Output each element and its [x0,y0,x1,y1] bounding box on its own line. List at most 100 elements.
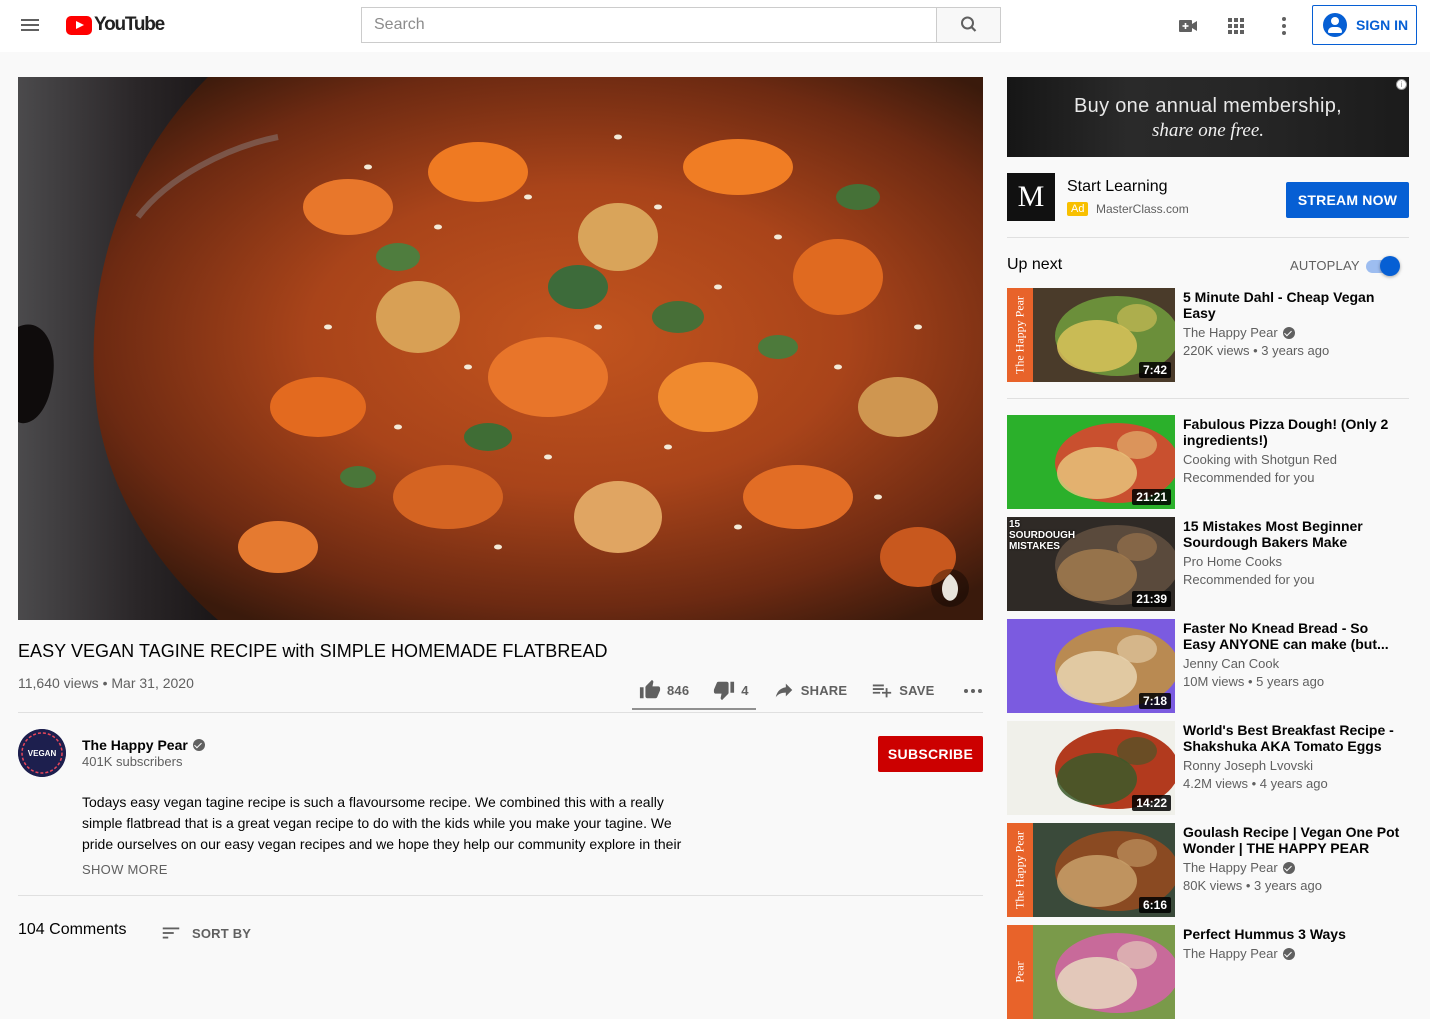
divider [1007,398,1409,399]
recommendation-item[interactable]: Pear Perfect Hummus 3 Ways The Happy Pear [1007,925,1409,1019]
save-button[interactable]: SAVE [871,679,934,701]
video-description: Todays easy vegan tagine recipe is such … [82,794,682,852]
recommendation-title[interactable]: Fabulous Pizza Dough! (Only 2 ingredient… [1183,416,1403,448]
video-thumbnail[interactable]: Pear [1007,925,1175,1019]
recommendation-item[interactable]: The Happy Pear 6:16 Goulash Recipe | Vegan… [1007,823,1409,917]
avatar-text: VEGAN [28,749,57,758]
video-title: EASY VEGAN TAGINE RECIPE with SIMPLE HOM… [18,641,608,661]
channel-avatar[interactable]: VEGAN [18,729,66,777]
thumbnail-text: The Happy Pear [1012,296,1027,374]
recommendation-title[interactable]: World's Best Breakfast Recipe - Shakshuk… [1183,722,1403,754]
verified-check-icon [1282,326,1295,339]
hamburger-menu-icon[interactable] [18,14,42,38]
subscriber-count: 401K subscribers [82,754,183,769]
toggle-knob [1380,256,1400,276]
recommendation-item[interactable]: 14:22 World's Best Breakfast Recipe - Sha… [1007,721,1409,815]
sort-by-button[interactable]: SORT BY [160,922,251,944]
divider [18,895,983,896]
ad-title[interactable]: Start Learning [1067,178,1168,196]
recommendation-item[interactable]: 21:21 Fabulous Pizza Dough! (Only 2 ingre… [1007,415,1409,509]
recommendation-metadata: 80K views • 3 years ago [1183,878,1322,893]
recommendation-metadata: 4.2M views • 4 years ago [1183,776,1328,791]
video-duration: 6:16 [1138,897,1171,913]
video-actions: 846 4 SHARE SAVE [632,670,991,710]
dislike-button[interactable]: 4 [713,679,749,701]
sign-in-button[interactable]: SIGN IN [1312,5,1417,45]
recommendation-item[interactable]: The Happy Pear 7:42 5 Minute Dahl - Cheap … [1007,288,1409,382]
recommendation-title[interactable]: Goulash Recipe | Vegan One Pot Wonder | … [1183,824,1403,856]
channel-name[interactable]: The Happy Pear [82,737,205,753]
recommendation-metadata: Recommended for you [1183,572,1315,587]
share-button[interactable]: SHARE [773,679,848,701]
video-thumbnail[interactable]: 15 SOURDOUGH MISTAKES 21:39 [1007,517,1175,611]
logo-text: YouTube [94,14,165,35]
recommendation-channel-name: Cooking with Shotgun Red [1183,452,1337,467]
share-label: SHARE [800,682,848,698]
channel-name-text: The Happy Pear [82,737,188,753]
video-duration: 21:39 [1132,591,1171,607]
recommendation-channel-name: The Happy Pear [1183,325,1278,340]
recommendation-metadata: 220K views • 3 years ago [1183,343,1330,358]
ad-badge: Ad [1067,202,1089,216]
recommendation-channel: The Happy Pear [1183,946,1295,961]
subscribe-button[interactable]: SUBSCRIBE [878,736,983,772]
recommendation-channel-name: Pro Home Cooks [1183,554,1282,569]
search-button[interactable] [936,7,1001,43]
video-thumbnail[interactable]: 14:22 [1007,721,1175,815]
ad-banner-line2: share one free. [1151,120,1265,141]
stream-now-button[interactable]: STREAM NOW [1286,182,1409,218]
thumbnail-text: The Happy Pear [1012,831,1027,909]
autoplay-label: AUTOPLAY [1290,258,1360,273]
sort-by-label: SORT BY [192,925,252,941]
video-duration: 7:42 [1138,362,1171,378]
ad-info-icon[interactable]: i [1396,79,1407,90]
video-metadata: 11,640 views • Mar 31, 2020 [18,675,194,691]
ad-domain: MasterClass.com [1096,202,1189,216]
recommendation-channel: The Happy Pear [1183,325,1295,340]
create-video-icon[interactable] [1175,13,1201,39]
video-player[interactable] [18,77,983,620]
recommendation-title[interactable]: 5 Minute Dahl - Cheap Vegan Easy [1183,289,1403,321]
verified-check-icon [1282,947,1295,960]
play-logo-icon [66,15,92,35]
dislike-count: 4 [741,682,749,698]
verified-check-icon [192,739,205,751]
video-duration: 7:18 [1138,693,1171,709]
like-count: 846 [667,682,690,698]
search-input[interactable] [361,7,937,43]
recommendation-item[interactable]: 15 SOURDOUGH MISTAKES 21:39 15 Mistakes Mo… [1007,517,1409,611]
video-thumbnail[interactable]: The Happy Pear 6:16 [1007,823,1175,917]
recommendation-channel-name: Jenny Can Cook [1183,656,1280,671]
video-thumbnail[interactable]: 7:18 [1007,619,1175,713]
verified-check-icon [1282,861,1295,874]
recommendation-item[interactable]: 7:18 Faster No Knead Bread - So Easy ANYO… [1007,619,1409,713]
divider [18,712,983,713]
recommendation-title[interactable]: Perfect Hummus 3 Ways [1183,926,1403,942]
playlist-add-icon [873,684,892,698]
save-label: SAVE [899,682,935,698]
video-duration: 21:21 [1132,489,1171,505]
masthead: YouTube SIGN IN [0,0,1430,52]
account-icon [1323,13,1347,37]
youtube-logo[interactable]: YouTube [66,14,165,36]
more-actions-button[interactable] [961,678,991,702]
sentiment-bar [632,708,756,710]
channel-watermark-icon [931,569,969,607]
video-frame [18,77,983,620]
recommendation-title[interactable]: 15 Mistakes Most Beginner Sourdough Bake… [1183,518,1403,550]
apps-grid-icon[interactable] [1223,13,1249,39]
recommendation-title[interactable]: Faster No Knead Bread - So Easy ANYONE c… [1183,620,1403,652]
thumbs-up-icon [639,679,661,699]
advertiser-logo[interactable]: M [1007,173,1055,221]
publish-date: Mar 31, 2020 [111,675,194,691]
settings-more-icon[interactable] [1271,13,1297,39]
recommendation-channel: Cooking with Shotgun Red [1183,452,1337,467]
ad-banner[interactable]: Buy one annual membership, share one fre… [1007,77,1409,157]
video-thumbnail[interactable]: 21:21 [1007,415,1175,509]
show-more-button[interactable]: SHOW MORE [82,862,168,877]
video-thumbnail[interactable]: The Happy Pear 7:42 [1007,288,1175,382]
autoplay-toggle[interactable] [1364,256,1402,276]
recommendation-metadata: Recommended for you [1183,470,1315,485]
like-button[interactable]: 846 [639,679,689,701]
thumbnail-text: 15 SOURDOUGH MISTAKES [1009,519,1076,552]
